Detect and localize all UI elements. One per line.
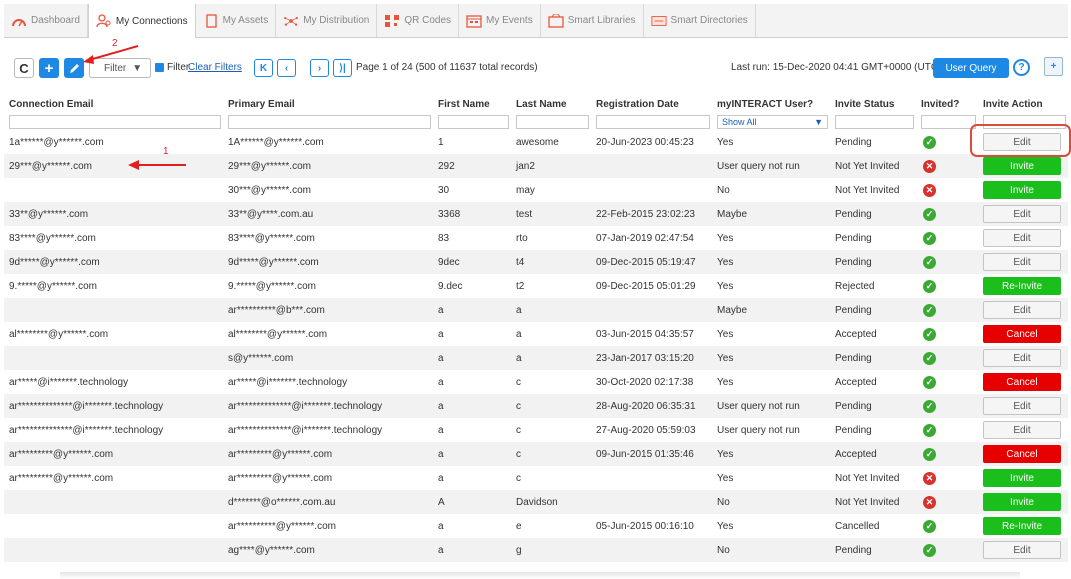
bottom-shadow bbox=[60, 572, 1020, 579]
annotation-arrows bbox=[83, 45, 186, 170]
arrow-head-1-icon bbox=[128, 160, 139, 170]
arrow-head-2-icon bbox=[83, 55, 94, 64]
